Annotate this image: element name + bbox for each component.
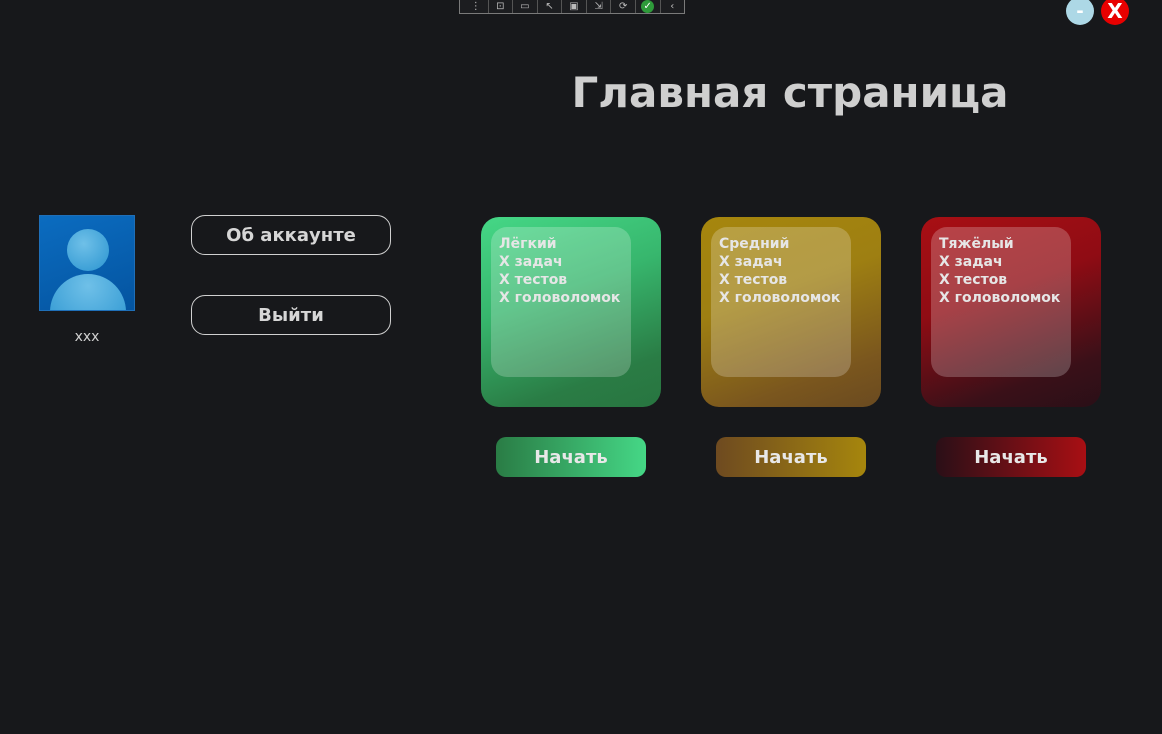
grip-icon[interactable]: ⋮ [464,0,489,13]
close-button[interactable]: X [1101,0,1129,25]
minimize-button[interactable]: - [1066,0,1094,25]
level-card-easy[interactable]: Лёгкий X задач X тестов X головоломок [481,217,661,407]
level-name: Тяжёлый [939,236,1014,252]
username: xxx [74,329,100,345]
hot-reload-icon[interactable]: ⟳ [611,0,636,13]
level-tasks: X задач [719,254,783,270]
start-easy-button[interactable]: Начать [496,437,646,477]
video-icon[interactable]: ▭ [513,0,538,13]
level-card-info: Средний X задач X тестов X головоломок [711,227,851,377]
start-medium-button[interactable]: Начать [716,437,866,477]
start-hard-button[interactable]: Начать [936,437,1086,477]
level-name: Средний [719,236,790,252]
page-title: Главная страница [571,68,1009,117]
avatar-head [67,229,109,271]
level-tasks: X задач [499,254,563,270]
level-puzzles: X головоломок [499,290,621,306]
collapse-icon[interactable]: ‹ [661,0,685,13]
user-avatar-icon [39,215,135,311]
logout-button[interactable]: Выйти [191,295,391,335]
check-icon-wrap[interactable]: ✓ [636,0,661,13]
level-card-hard[interactable]: Тяжёлый X задач X тестов X головоломок [921,217,1101,407]
layout-icon[interactable]: ▣ [562,0,587,13]
level-tests: X тестов [719,272,788,288]
account-button[interactable]: Об аккаунте [191,215,391,255]
check-icon: ✓ [641,0,655,13]
level-tasks: X задач [939,254,1003,270]
level-card-medium[interactable]: Средний X задач X тестов X головоломок [701,217,881,407]
pointer-icon[interactable]: ↖ [538,0,563,13]
level-tests: X тестов [499,272,568,288]
level-card-info: Лёгкий X задач X тестов X головоломок [491,227,631,377]
avatar-body [50,274,126,310]
level-name: Лёгкий [499,236,557,252]
level-puzzles: X головоломок [939,290,1061,306]
level-tests: X тестов [939,272,1008,288]
select-element-icon[interactable]: ⊡ [489,0,514,13]
debug-toolbar: ⋮ ⊡ ▭ ↖ ▣ ⇲ ⟳ ✓ ‹ [459,0,685,14]
level-puzzles: X головоломок [719,290,841,306]
level-card-info: Тяжёлый X задач X тестов X головоломок [931,227,1071,377]
track-focus-icon[interactable]: ⇲ [587,0,612,13]
